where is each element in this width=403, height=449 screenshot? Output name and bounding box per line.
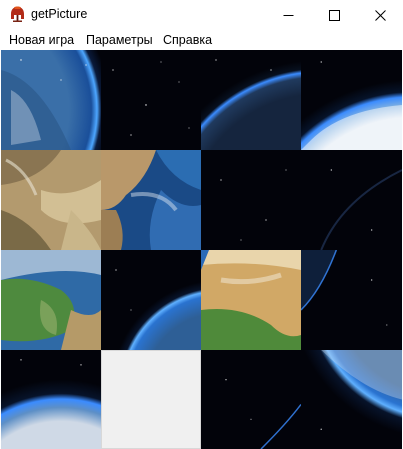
puzzle-tile-r1c2[interactable] xyxy=(201,150,301,250)
minimize-button[interactable] xyxy=(265,0,311,30)
puzzle-tile-r3c2[interactable] xyxy=(201,350,301,449)
puzzle-tile-r2c3[interactable] xyxy=(301,250,402,350)
puzzle-tile-r0c1[interactable] xyxy=(101,50,201,150)
puzzle-tile-r2c1[interactable] xyxy=(101,250,201,350)
menu-help[interactable]: Справка xyxy=(163,33,212,47)
maximize-icon xyxy=(328,9,340,21)
close-button[interactable] xyxy=(357,0,403,30)
title-bar[interactable]: getPicture xyxy=(0,0,403,30)
spartan-helmet-icon xyxy=(9,6,26,23)
menu-new-game[interactable]: Новая игра xyxy=(9,33,74,47)
puzzle-tile-r0c0[interactable] xyxy=(1,50,101,150)
menu-bar: Новая игра Параметры Справка xyxy=(0,30,403,50)
puzzle-board xyxy=(1,50,402,449)
puzzle-tile-r1c1[interactable] xyxy=(101,150,201,250)
puzzle-empty-slot[interactable] xyxy=(101,350,201,449)
window-title: getPicture xyxy=(31,7,88,21)
puzzle-tile-r2c0[interactable] xyxy=(1,250,101,350)
app-window: getPicture Новая игра Параметры Справка xyxy=(0,0,403,449)
puzzle-tile-r3c3[interactable] xyxy=(301,350,402,449)
puzzle-tile-r3c0[interactable] xyxy=(1,350,101,449)
menu-settings[interactable]: Параметры xyxy=(86,33,153,47)
maximize-button[interactable] xyxy=(311,0,357,30)
puzzle-tile-r2c2[interactable] xyxy=(201,250,301,350)
close-icon xyxy=(374,9,386,21)
minimize-icon xyxy=(283,14,293,16)
puzzle-tile-r0c2[interactable] xyxy=(201,50,301,150)
puzzle-tile-r1c3[interactable] xyxy=(301,150,402,250)
puzzle-tile-r1c0[interactable] xyxy=(1,150,101,250)
puzzle-tile-r0c3[interactable] xyxy=(301,50,402,150)
